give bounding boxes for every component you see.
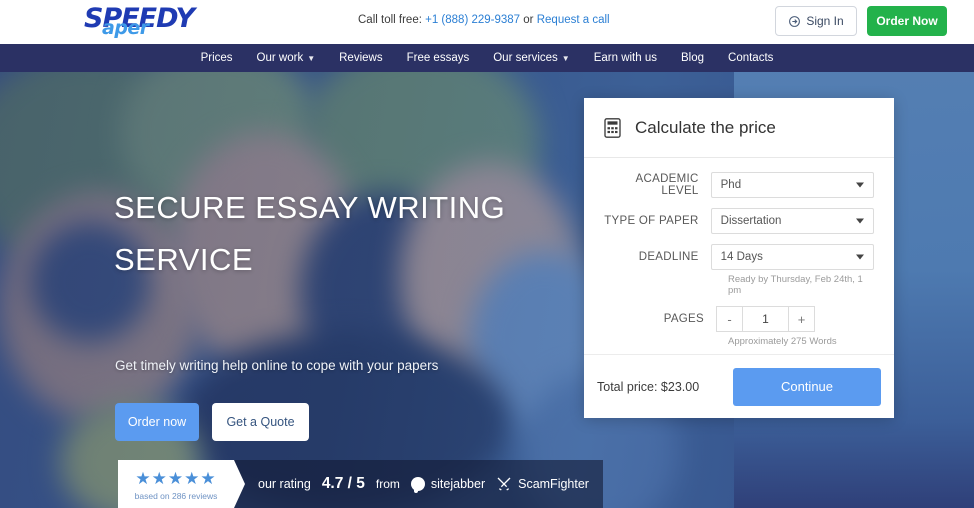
continue-label: Continue — [780, 379, 834, 394]
sitejabber-label: sitejabber — [430, 477, 486, 491]
nav-label: Earn with us — [593, 52, 657, 64]
type-of-paper-row: TYPE OF PAPER Dissertation — [604, 208, 874, 234]
nav-item-prices[interactable]: Prices — [201, 52, 233, 64]
nav-item-reviews[interactable]: Reviews — [339, 52, 382, 64]
total-price: Total price: $23.00 — [597, 379, 700, 394]
contact-info: Call toll free: +1 (888) 229-9387 or Req… — [358, 14, 610, 26]
from-label: from — [375, 477, 400, 491]
deadline-row: DEADLINE 14 Days — [604, 244, 874, 270]
hero-quote-label: Get a Quote — [226, 415, 295, 429]
nav-item-blog[interactable]: Blog — [681, 52, 704, 64]
deadline-hint: Ready by Thursday, Feb 24th, 1 pm — [728, 274, 863, 296]
pages-decrement-button[interactable]: - — [716, 306, 743, 332]
nav-label: Free essays — [406, 52, 470, 64]
calculator-form: ACADEMIC LEVEL Phd TYPE OF PAPER Dissert… — [584, 158, 894, 347]
nav-label: Blog — [680, 52, 705, 64]
top-bar: SPEEDY aper Call toll free: +1 (888) 229… — [0, 0, 974, 44]
pages-stepper: - 1 + — [716, 306, 815, 332]
nav-item-our-services[interactable]: Our services ▼ — [493, 52, 569, 64]
hero-title: SECURE ESSAY WRITING SERVICE — [114, 190, 506, 277]
deadline-label: DEADLINE — [638, 251, 699, 263]
nav-item-free-essays[interactable]: Free essays — [407, 52, 470, 64]
sign-in-button[interactable]: Sign In — [775, 6, 857, 36]
pages-label: PAGES — [663, 313, 704, 325]
rating-bar: ★★★★★ based on 286 reviews our rating 4.… — [118, 460, 603, 508]
calculator-title: Calculate the price — [635, 117, 776, 137]
scamfighter-label: ScamFighter — [518, 477, 589, 491]
chevron-down-icon: ▼ — [307, 53, 316, 63]
chevron-down-icon — [856, 218, 864, 224]
academic-level-value: Phd — [720, 179, 742, 191]
nav-label: Our services — [493, 52, 558, 64]
pages-value[interactable]: 1 — [743, 306, 788, 332]
login-arrow-icon — [789, 15, 801, 27]
calculator-footer: Total price: $23.00 Continue — [584, 354, 894, 418]
rating-detail-panel: our rating 4.7 / 5 from sitejabber ScamF… — [234, 460, 603, 508]
calculator-icon — [604, 117, 621, 138]
provider-sitejabber[interactable]: sitejabber — [410, 477, 486, 493]
request-call-link[interactable]: Request a call — [537, 14, 610, 26]
phone-link[interactable]: +1 (888) 229-9387 — [425, 14, 520, 26]
speech-bubble-icon — [410, 477, 425, 493]
type-of-paper-label: TYPE OF PAPER — [604, 215, 699, 227]
crossed-swords-icon — [497, 477, 511, 491]
call-label: Call toll free: — [358, 14, 422, 26]
star-rating-icon: ★★★★★ — [135, 469, 217, 488]
rating-stars-panel: ★★★★★ based on 286 reviews — [118, 460, 245, 508]
price-calculator: Calculate the price ACADEMIC LEVEL Phd T… — [584, 98, 894, 418]
rating-score: 4.7 / 5 — [321, 475, 365, 492]
nav-label: Prices — [200, 52, 233, 64]
nav-item-our-work[interactable]: Our work ▼ — [257, 52, 316, 64]
academic-level-label: ACADEMIC LEVEL — [635, 173, 699, 197]
nav-item-earn-with-us[interactable]: Earn with us — [594, 52, 657, 64]
order-now-button[interactable]: Order Now — [867, 6, 947, 36]
nav-item-contacts[interactable]: Contacts — [728, 52, 773, 64]
chevron-down-icon — [856, 182, 864, 188]
or-separator: or — [523, 14, 534, 26]
chevron-down-icon — [856, 254, 864, 260]
provider-scamfighter[interactable]: ScamFighter — [496, 476, 589, 492]
words-hint: Approximately 275 Words — [728, 336, 837, 347]
nav-label: Contacts — [728, 52, 774, 64]
main-navigation: Prices Our work ▼ Reviews Free essays Ou… — [0, 44, 974, 72]
deadline-select[interactable]: 14 Days — [710, 244, 874, 270]
continue-button[interactable]: Continue — [733, 367, 881, 406]
hero-subtitle: Get timely writing help online to cope w… — [115, 358, 439, 373]
calculator-header: Calculate the price — [584, 98, 894, 158]
sign-in-label: Sign In — [806, 14, 844, 28]
deadline-value: 14 Days — [720, 251, 763, 263]
logo-sub-text: aper — [102, 17, 149, 39]
chevron-down-icon: ▼ — [561, 53, 570, 63]
nav-label: Our work — [256, 52, 304, 64]
academic-level-select[interactable]: Phd — [710, 172, 874, 198]
our-rating-label: our rating — [258, 477, 311, 491]
nav-label: Reviews — [339, 52, 383, 64]
pages-increment-button[interactable]: + — [788, 306, 815, 332]
site-logo[interactable]: SPEEDY aper — [84, 3, 202, 39]
type-of-paper-select[interactable]: Dissertation — [710, 208, 874, 234]
page-root: SPEEDY aper Call toll free: +1 (888) 229… — [0, 0, 974, 508]
hero-order-label: Order now — [127, 415, 187, 429]
order-now-label: Order Now — [876, 14, 938, 28]
type-of-paper-value: Dissertation — [720, 215, 782, 227]
academic-level-row: ACADEMIC LEVEL Phd — [604, 172, 874, 198]
reviews-count: based on 286 reviews — [134, 491, 218, 501]
hero-order-now-button[interactable]: Order now — [115, 403, 199, 441]
pages-row: PAGES - 1 + — [604, 306, 874, 332]
hero-get-quote-button[interactable]: Get a Quote — [212, 403, 309, 441]
